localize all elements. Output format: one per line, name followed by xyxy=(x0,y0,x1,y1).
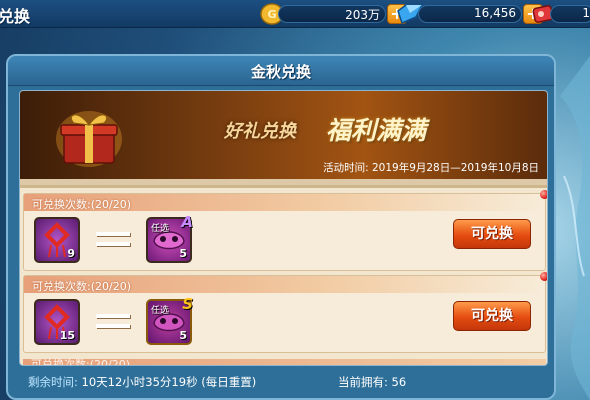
cost-count: 15 xyxy=(59,329,75,342)
exchange-row: 可兑换次数:(20/20) 15 任选 S 5 可兑换 xyxy=(23,272,547,353)
exchange-row: 可兑换次数:(20/20) 9 任选 A 5 可兑换 xyxy=(23,190,547,271)
event-period-label: 活动时间: xyxy=(323,162,369,174)
cost-count: 9 xyxy=(67,247,75,260)
event-period: 活动时间: 2019年9月28日—2019年10月8日 xyxy=(323,160,539,175)
current-owned-label: 当前拥有: xyxy=(338,375,388,389)
notice-dot-icon xyxy=(540,190,547,199)
reward-tag: 任选 xyxy=(151,306,170,316)
equals-icon xyxy=(96,232,130,246)
cost-item[interactable]: 15 xyxy=(34,299,80,345)
panel-title: 金秋兑换 xyxy=(250,63,311,81)
exchange-count-label: 可兑换次数:(20/20) xyxy=(31,358,130,366)
cost-item[interactable]: 9 xyxy=(34,217,80,263)
current-owned-value: 56 xyxy=(391,375,407,389)
exchange-count-label: 可兑换次数:(20/20) xyxy=(32,280,131,293)
reward-count: 5 xyxy=(179,247,187,260)
exchange-button[interactable]: 可兑换 xyxy=(453,301,531,331)
exchange-button[interactable]: 可兑换 xyxy=(453,219,531,249)
exchange-content: 好礼兑换 福利满满 活动时间: 2019年9月28日—2019年10月8日 可兑… xyxy=(19,90,548,366)
reward-item[interactable]: 任选 S 5 xyxy=(146,295,193,345)
exchange-panel: 金秋兑换 好礼兑换 福利满满 活动时间: 2019年9月28日—2019年10月… xyxy=(6,54,556,400)
reward-count: 5 xyxy=(179,329,187,342)
exchange-row: 可兑换次数:(20/20) xyxy=(23,358,546,366)
remaining-time-label: 剩余时间: xyxy=(28,375,78,389)
reward-item[interactable]: 任选 A 5 xyxy=(146,213,193,263)
equals-icon xyxy=(96,314,130,328)
svg-text:G: G xyxy=(267,8,276,21)
remaining-time-value: 10天12小时35分19秒 (每日重置) xyxy=(81,375,257,389)
side-decoration xyxy=(560,56,590,400)
notice-dot-icon xyxy=(540,272,547,281)
banner-slogan-big: 福利满满 xyxy=(326,116,427,145)
panel-header: 金秋兑换 xyxy=(8,56,554,86)
gold-resource: G 203万 + xyxy=(260,3,410,25)
exchange-count-label: 可兑换次数:(20/20) xyxy=(32,198,131,211)
grade-badge: A xyxy=(181,213,193,231)
gold-amount: 203万 xyxy=(345,8,380,22)
banner-slogan-small: 好礼兑换 xyxy=(224,121,296,142)
diamond-resource: 16,456 + xyxy=(396,3,546,25)
grade-badge: S xyxy=(182,295,193,313)
third-resource: 1 xyxy=(532,3,590,25)
page-title: 兑换 xyxy=(0,7,31,26)
diamond-amount: 16,456 xyxy=(474,6,516,20)
reward-tag: 任选 xyxy=(151,224,170,234)
current-owned: 当前拥有: 56 xyxy=(338,374,406,390)
remaining-time: 剩余时间: 10天12小时35分19秒 (每日重置) xyxy=(28,374,256,390)
event-banner: 好礼兑换 福利满满 活动时间: 2019年9月28日—2019年10月8日 xyxy=(20,91,547,179)
gift-box-icon xyxy=(56,111,122,167)
event-period-value: 2019年9月28日—2019年10月8日 xyxy=(371,162,539,174)
top-bar: 兑换 G 203万 + 16,456 + 1 xyxy=(0,0,590,28)
third-amount: 1 xyxy=(582,6,590,20)
